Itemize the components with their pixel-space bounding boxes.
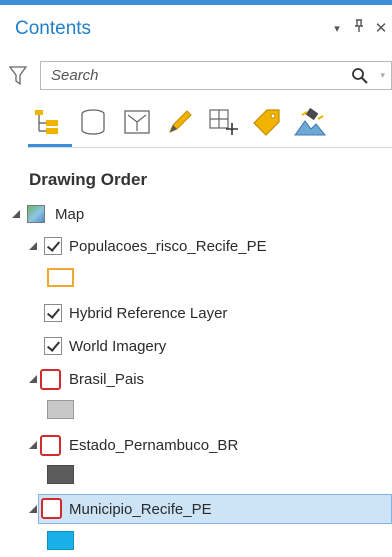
collapse-arrow-icon[interactable] <box>29 242 38 251</box>
map-label: Map <box>55 206 85 223</box>
source-icon[interactable] <box>76 106 110 138</box>
editing-pencil-icon[interactable] <box>163 106 197 138</box>
layer-visibility-checkbox[interactable] <box>40 435 61 456</box>
collapse-arrow-icon[interactable] <box>12 210 21 219</box>
collapse-arrow-icon[interactable] <box>29 441 38 450</box>
labeling-tag-icon[interactable] <box>250 106 284 138</box>
layer-label: Hybrid Reference Layer <box>69 305 228 322</box>
pane-title: Contents <box>15 18 92 39</box>
tree-row-estado[interactable]: Estado_Pernambuco_BR <box>0 430 392 460</box>
search-box[interactable]: ▾ <box>40 61 392 90</box>
layer-symbol-swatch[interactable] <box>47 268 74 287</box>
section-title: Drawing Order <box>29 170 148 189</box>
layer-label: Brasil_Pais <box>69 371 145 388</box>
toolbar-divider <box>28 147 392 148</box>
pane-titlebar: Contents ▾ ✕ <box>0 5 392 53</box>
layer-label: World Imagery <box>69 338 167 355</box>
tree-row-municipio[interactable]: Municipio_Recife_PE <box>38 494 392 524</box>
drawing-order-icon[interactable] <box>30 106 64 138</box>
tree-row-hybrid[interactable]: Hybrid Reference Layer <box>0 298 392 328</box>
layer-symbol-swatch[interactable] <box>47 400 74 419</box>
layer-visibility-checkbox[interactable] <box>40 369 61 390</box>
tree-row-map[interactable]: Map <box>0 199 392 229</box>
filter-icon[interactable] <box>8 66 28 86</box>
collapse-arrow-icon[interactable] <box>29 375 38 384</box>
tree-row-populacoes[interactable]: Populacoes_risco_Recife_PE <box>0 231 392 261</box>
layer-label: Municipio_Recife_PE <box>69 501 212 518</box>
search-row: ▾ <box>0 60 392 92</box>
close-icon[interactable]: ✕ <box>374 19 388 37</box>
layer-visibility-checkbox[interactable] <box>44 304 62 322</box>
search-icon[interactable] <box>351 67 369 85</box>
perspective-imagery-icon[interactable] <box>293 106 327 138</box>
snapping-icon[interactable] <box>207 106 241 138</box>
tree-row-brasil[interactable]: Brasil_Pais <box>0 364 392 394</box>
layer-symbol-swatch[interactable] <box>47 465 74 484</box>
map-icon <box>27 205 45 223</box>
collapse-arrow-icon[interactable] <box>29 505 38 514</box>
tree-row-world-imagery[interactable]: World Imagery <box>0 331 392 361</box>
layer-visibility-checkbox[interactable] <box>44 337 62 355</box>
layer-visibility-checkbox[interactable] <box>44 237 62 255</box>
pane-options-icon[interactable]: ▾ <box>330 22 344 35</box>
layer-label: Populacoes_risco_Recife_PE <box>69 238 267 255</box>
search-input[interactable] <box>41 62 331 89</box>
selection-icon[interactable] <box>120 106 154 138</box>
layer-visibility-checkbox[interactable] <box>41 498 62 519</box>
pane-controls: ▾ ✕ <box>330 19 388 37</box>
pin-icon[interactable] <box>352 19 366 37</box>
layer-symbol-swatch[interactable] <box>47 531 74 550</box>
search-dropdown-icon[interactable]: ▾ <box>380 70 385 81</box>
layer-label: Estado_Pernambuco_BR <box>69 437 239 454</box>
contents-toolbar <box>0 100 392 150</box>
